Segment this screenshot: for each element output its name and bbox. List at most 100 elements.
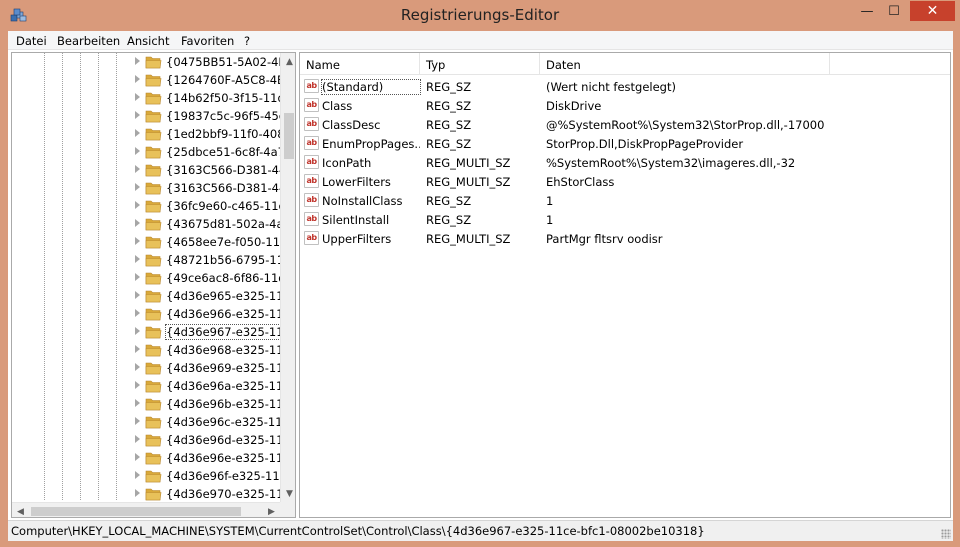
tree-item[interactable]: {49ce6ac8-6f86-11d2 [12, 269, 293, 287]
minimize-button[interactable]: — [853, 1, 881, 21]
expand-arrow-icon[interactable] [135, 273, 140, 281]
tree-item[interactable]: {0475BB51-5A02-4EE [12, 53, 293, 71]
value-type: REG_MULTI_SZ [426, 156, 511, 170]
scroll-up-icon[interactable]: ▲ [281, 53, 295, 70]
tree-item[interactable]: {1264760F-A5C8-4BF [12, 71, 292, 89]
menu-favoriten[interactable]: Favoriten [181, 34, 234, 48]
status-bar: Computer\HKEY_LOCAL_MACHINE\SYSTEM\Curre… [8, 520, 953, 541]
tree-item[interactable]: {4d36e96f-e325-11ce [12, 467, 293, 485]
expand-arrow-icon[interactable] [135, 327, 140, 335]
tree-item[interactable]: {4d36e968-e325-11c [12, 341, 290, 359]
expand-arrow-icon[interactable] [135, 129, 140, 137]
registry-editor-window: Registrierungs-Editor — ☐ ✕ Datei Bearbe… [0, 0, 960, 547]
value-name: SilentInstall [322, 213, 390, 227]
tree-vertical-scroll-thumb[interactable] [284, 113, 294, 159]
tree-item[interactable]: {25dbce51-6c8f-4a72 [12, 143, 292, 161]
title-bar[interactable]: Registrierungs-Editor — ☐ ✕ [0, 0, 960, 31]
expand-arrow-icon[interactable] [135, 309, 140, 317]
scroll-right-icon[interactable]: ▶ [263, 503, 280, 517]
tree-item[interactable]: {19837c5c-96f5-45e0 [12, 107, 293, 125]
column-header-type[interactable]: Typ [420, 53, 540, 75]
expand-arrow-icon[interactable] [135, 471, 140, 479]
tree-item[interactable]: {4658ee7e-f050-11d1 [12, 233, 295, 251]
value-row[interactable]: ab ClassDesc REG_SZ @%SystemRoot%\System32\… [300, 115, 950, 134]
value-data: @%SystemRoot%\System32\StorProp.dll,-170… [546, 118, 825, 132]
folder-icon [145, 326, 162, 339]
value-row[interactable]: ab NoInstallClass REG_SZ 1 [300, 191, 950, 210]
tree-item[interactable]: {48721b56-6795-11d [12, 251, 291, 269]
menu-bearbeiten[interactable]: Bearbeiten [57, 34, 120, 48]
tree-item[interactable]: {4d36e96c-e325-11c [12, 413, 289, 431]
expand-arrow-icon[interactable] [135, 453, 140, 461]
expand-arrow-icon[interactable] [135, 75, 140, 83]
tree-item[interactable]: {4d36e966-e325-11c [12, 305, 290, 323]
tree-item[interactable]: {4d36e96d-e325-11c [12, 431, 290, 449]
menu-ansicht[interactable]: Ansicht [127, 34, 169, 48]
tree-item[interactable]: {4d36e969-e325-11c [12, 359, 290, 377]
tree-item[interactable]: {4d36e96a-e325-11c [12, 377, 290, 395]
expand-arrow-icon[interactable] [135, 219, 140, 227]
value-row[interactable]: ab IconPath REG_MULTI_SZ %SystemRoot%\Syste… [300, 153, 950, 172]
tree-item-label: {3163C566-D381-446 [166, 181, 294, 195]
folder-icon [145, 164, 162, 177]
expand-arrow-icon[interactable] [135, 399, 140, 407]
menu-datei[interactable]: Datei [16, 34, 47, 48]
tree-horizontal-scrollbar[interactable]: ◀ ▶ [12, 502, 280, 517]
expand-arrow-icon[interactable] [135, 111, 140, 119]
value-row[interactable]: ab Class REG_SZ DiskDrive [300, 96, 950, 115]
column-header-name[interactable]: Name [300, 53, 420, 75]
tree-item[interactable]: {3163C566-D381-446 [12, 161, 294, 179]
expand-arrow-icon[interactable] [135, 255, 140, 263]
menu-help[interactable]: ? [244, 34, 250, 48]
values-pane[interactable]: Name Typ Daten ab (Standard) REG_SZ (Wert n… [299, 52, 951, 518]
tree-item[interactable]: {4d36e96b-e325-11c [12, 395, 290, 413]
tree-item[interactable]: {14b62f50-3f15-11dc [12, 89, 291, 107]
value-row[interactable]: ab (Standard) REG_SZ (Wert nicht festgelegt… [300, 77, 950, 96]
key-tree-pane[interactable]: {0475BB51-5A02-4EE {1264760F-A5C8-4BF {14b… [11, 52, 296, 518]
expand-arrow-icon[interactable] [135, 57, 140, 65]
expand-arrow-icon[interactable] [135, 165, 140, 173]
value-row[interactable]: ab LowerFilters REG_MULTI_SZ EhStorClass [300, 172, 950, 191]
folder-icon [145, 74, 162, 87]
tree-vertical-scrollbar[interactable]: ▲ ▼ [280, 53, 295, 502]
expand-arrow-icon[interactable] [135, 345, 140, 353]
tree-horizontal-scroll-thumb[interactable] [31, 507, 241, 516]
folder-icon [145, 218, 162, 231]
expand-arrow-icon[interactable] [135, 201, 140, 209]
scroll-left-icon[interactable]: ◀ [12, 503, 29, 517]
expand-arrow-icon[interactable] [135, 183, 140, 191]
expand-arrow-icon[interactable] [135, 147, 140, 155]
maximize-button[interactable]: ☐ [880, 1, 908, 21]
folder-icon [145, 470, 162, 483]
tree-item[interactable]: {4d36e970-e325-11c [12, 485, 290, 503]
tree-item[interactable]: {43675d81-502a-4a8 [12, 215, 291, 233]
expand-arrow-icon[interactable] [135, 435, 140, 443]
value-name: IconPath [322, 156, 372, 170]
value-row[interactable]: ab UpperFilters REG_MULTI_SZ PartMgr fltsrv… [300, 229, 950, 248]
value-type: REG_MULTI_SZ [426, 175, 511, 189]
tree-item[interactable]: {4d36e965-e325-11c [12, 287, 290, 305]
string-value-icon: ab [304, 79, 319, 93]
string-value-icon: ab [304, 212, 319, 226]
tree-item[interactable]: {1ed2bbf9-11f0-4084 [12, 125, 292, 143]
tree-item[interactable]: {4d36e967-e325-11c [12, 323, 291, 341]
string-value-icon: ab [304, 155, 319, 169]
expand-arrow-icon[interactable] [135, 417, 140, 425]
expand-arrow-icon[interactable] [135, 291, 140, 299]
expand-arrow-icon[interactable] [135, 237, 140, 245]
column-header-data[interactable]: Daten [540, 53, 830, 75]
tree-item[interactable]: {4d36e96e-e325-11c [12, 449, 290, 467]
value-row[interactable]: ab SilentInstall REG_SZ 1 [300, 210, 950, 229]
value-row[interactable]: ab EnumPropPages... REG_SZ StorProp.Dll,Dis… [300, 134, 950, 153]
expand-arrow-icon[interactable] [135, 489, 140, 497]
folder-icon [145, 488, 162, 501]
close-button[interactable]: ✕ [910, 1, 955, 21]
expand-arrow-icon[interactable] [135, 93, 140, 101]
expand-arrow-icon[interactable] [135, 381, 140, 389]
tree-item[interactable]: {3163C566-D381-446 [12, 179, 294, 197]
resize-grip-icon[interactable] [941, 529, 951, 539]
tree-item-label: {4d36e96b-e325-11c [166, 397, 290, 411]
expand-arrow-icon[interactable] [135, 363, 140, 371]
scroll-down-icon[interactable]: ▼ [281, 485, 295, 502]
tree-item[interactable]: {36fc9e60-c465-11cf [12, 197, 289, 215]
